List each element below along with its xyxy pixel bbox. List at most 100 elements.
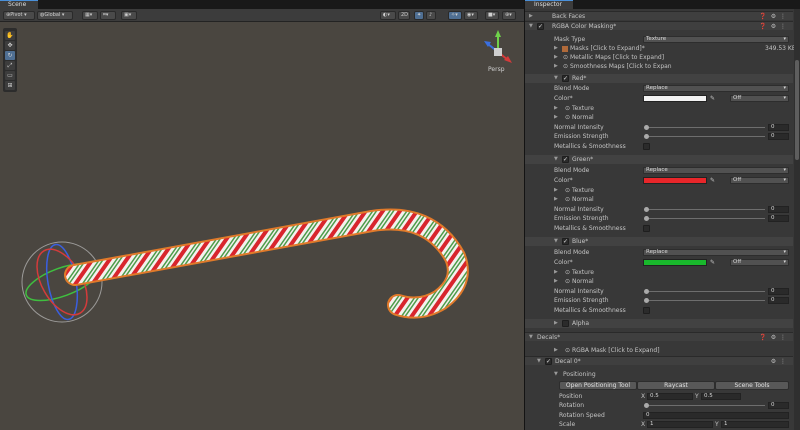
grid-snap-button[interactable]: ▦▾	[82, 11, 98, 20]
back-faces-header[interactable]: ▶ Back Faces ❓ ⚙ ⋮	[525, 11, 793, 20]
camera-settings-button[interactable]: ■▾	[485, 11, 499, 20]
channel-green-header[interactable]: ▼ ✓ Green*	[525, 155, 793, 164]
audio-toggle[interactable]: ♪	[426, 11, 436, 20]
rgba-mask-row[interactable]: ▶ ⊙ RGBA Mask [Click to Expand]	[525, 346, 793, 355]
scale-tool-button[interactable]: ⤢	[5, 61, 15, 70]
green-metallics-checkbox[interactable]	[643, 225, 650, 232]
expand-arrow-icon[interactable]: ▶	[554, 53, 558, 62]
channel-alpha-checkbox[interactable]	[562, 320, 569, 327]
blue-normal-row[interactable]: ▶ ⊙ Normal	[525, 277, 793, 286]
eyedropper-icon[interactable]: ✎	[710, 94, 715, 103]
expand-arrow-icon[interactable]: ▼	[554, 155, 558, 164]
position-y-field[interactable]: 0.5	[701, 393, 741, 400]
green-normal-intensity-slider[interactable]	[645, 209, 765, 210]
rotation-speed-field[interactable]: 0	[643, 412, 789, 419]
channel-green-checkbox[interactable]: ✓	[562, 156, 569, 163]
expand-arrow-icon[interactable]: ▼	[554, 74, 558, 83]
expand-arrow-icon[interactable]: ▶	[554, 195, 558, 204]
eyedropper-icon[interactable]: ✎	[710, 258, 715, 267]
red-blend-mode-dropdown[interactable]: Replace	[643, 85, 789, 92]
decal-0-header[interactable]: ▼ ✓ Decal 0* ⚙ ⋮	[525, 356, 793, 365]
inspector-tab[interactable]: Inspector	[525, 0, 573, 9]
expand-arrow-icon[interactable]: ▶	[554, 104, 558, 113]
transform-tool-button[interactable]: ⊞	[5, 81, 15, 90]
green-off-dropdown[interactable]: Off	[730, 177, 789, 184]
view-options-button[interactable]: ▣▾	[121, 11, 137, 20]
increment-snap-button[interactable]: ⌗▾	[100, 11, 116, 20]
channel-red-checkbox[interactable]: ✓	[562, 75, 569, 82]
header-icons[interactable]: ❓ ⚙ ⋮	[759, 12, 787, 21]
scene-viewport[interactable]	[0, 22, 524, 430]
red-texture-row[interactable]: ▶ ⊙ Texture	[525, 104, 793, 113]
expand-arrow-icon[interactable]: ▶	[554, 186, 558, 195]
orientation-gizmo[interactable]	[484, 30, 512, 63]
blue-texture-row[interactable]: ▶ ⊙ Texture	[525, 268, 793, 277]
move-tool-button[interactable]: ✥	[5, 41, 15, 50]
mask-type-dropdown[interactable]: Texture	[643, 36, 789, 43]
slider-knob[interactable]	[644, 134, 649, 139]
rgba-masking-checkbox[interactable]: ✓	[537, 23, 544, 30]
position-x-field[interactable]: 0.5	[647, 393, 693, 400]
expand-arrow-icon[interactable]: ▶	[554, 346, 558, 355]
pivot-dropdown[interactable]: ⊕Pivot ▾	[3, 11, 35, 20]
expand-arrow-icon[interactable]: ▶	[554, 62, 558, 71]
channel-red-header[interactable]: ▼ ✓ Red*	[525, 74, 793, 83]
hidden-objects-toggle[interactable]: ◉▾	[464, 11, 478, 20]
blue-off-dropdown[interactable]: Off	[730, 259, 789, 266]
global-dropdown[interactable]: ◍Global ▾	[37, 11, 73, 20]
projection-label[interactable]: Persp	[488, 66, 505, 73]
open-positioning-tool-button[interactable]: Open Positioning Tool	[559, 381, 637, 390]
blue-color-swatch[interactable]	[643, 259, 707, 266]
expand-arrow-icon[interactable]: ▶	[554, 277, 558, 286]
header-icons[interactable]: ❓ ⚙ ⋮	[759, 333, 787, 342]
green-texture-row[interactable]: ▶ ⊙ Texture	[525, 186, 793, 195]
rotation-field[interactable]: 0	[768, 402, 789, 409]
decal-0-checkbox[interactable]: ✓	[545, 358, 552, 365]
red-off-dropdown[interactable]: Off	[730, 95, 789, 102]
masks-row[interactable]: ▶ Masks [Click to Expand]* 349.53 KB	[525, 44, 796, 53]
2d-toggle[interactable]: 2D	[398, 11, 410, 20]
blue-normal-intensity-slider[interactable]	[645, 291, 765, 292]
effects-toggle[interactable]: ✧▾	[448, 11, 462, 20]
decals-header[interactable]: ▼ Decals* ❓ ⚙ ⋮	[525, 332, 793, 341]
eyedropper-icon[interactable]: ✎	[710, 176, 715, 185]
expand-arrow-icon[interactable]: ▼	[537, 357, 541, 366]
red-normal-intensity-field[interactable]: 0	[768, 124, 789, 131]
red-normal-intensity-slider[interactable]	[645, 127, 765, 128]
expand-arrow-icon[interactable]: ▶	[554, 319, 558, 328]
slider-knob[interactable]	[644, 216, 649, 221]
metallic-maps-row[interactable]: ▶ ⊙ Metallic Maps [Click to Expand]	[525, 53, 793, 62]
green-normal-row[interactable]: ▶ ⊙ Normal	[525, 195, 793, 204]
expand-arrow-icon[interactable]: ▼	[529, 333, 533, 342]
slider-knob[interactable]	[644, 125, 649, 130]
rotate-tool-button[interactable]: ↻	[5, 51, 15, 60]
positioning-header[interactable]: ▼ Positioning	[525, 370, 793, 379]
channel-alpha-header[interactable]: ▶ Alpha	[525, 319, 793, 328]
scale-y-field[interactable]: 1	[721, 421, 789, 428]
rect-tool-button[interactable]: ▭	[5, 71, 15, 80]
expand-arrow-icon[interactable]: ▼	[554, 370, 558, 379]
blue-emission-field[interactable]: 0	[768, 297, 789, 304]
expand-arrow-icon[interactable]: ▶	[554, 268, 558, 277]
scrollbar-thumb[interactable]	[795, 60, 799, 160]
red-normal-row[interactable]: ▶ ⊙ Normal	[525, 113, 793, 122]
rotation-slider[interactable]	[645, 405, 765, 406]
slider-knob[interactable]	[644, 207, 649, 212]
green-normal-intensity-field[interactable]: 0	[768, 206, 789, 213]
hand-tool-button[interactable]: ✋	[5, 31, 15, 40]
red-emission-field[interactable]: 0	[768, 133, 789, 140]
header-icons[interactable]: ⚙ ⋮	[771, 357, 787, 366]
expand-arrow-icon[interactable]: ▶	[554, 44, 558, 53]
slider-knob[interactable]	[644, 403, 649, 408]
smoothness-maps-row[interactable]: ▶ ⊙ Smoothness Maps [Click to Expan	[525, 62, 793, 71]
expand-arrow-icon[interactable]: ▶	[529, 12, 533, 21]
expand-arrow-icon[interactable]: ▼	[554, 237, 558, 246]
red-metallics-checkbox[interactable]	[643, 143, 650, 150]
draw-mode-button[interactable]: ◐▾	[380, 11, 396, 20]
scene-tools-button[interactable]: Scene Tools	[715, 381, 789, 390]
scene-tab[interactable]: Scene	[0, 0, 38, 9]
blue-blend-mode-dropdown[interactable]: Replace	[643, 249, 789, 256]
blue-emission-slider[interactable]	[645, 300, 765, 301]
raycast-button[interactable]: Raycast	[637, 381, 715, 390]
header-icons[interactable]: ❓ ⚙ ⋮	[759, 22, 787, 31]
